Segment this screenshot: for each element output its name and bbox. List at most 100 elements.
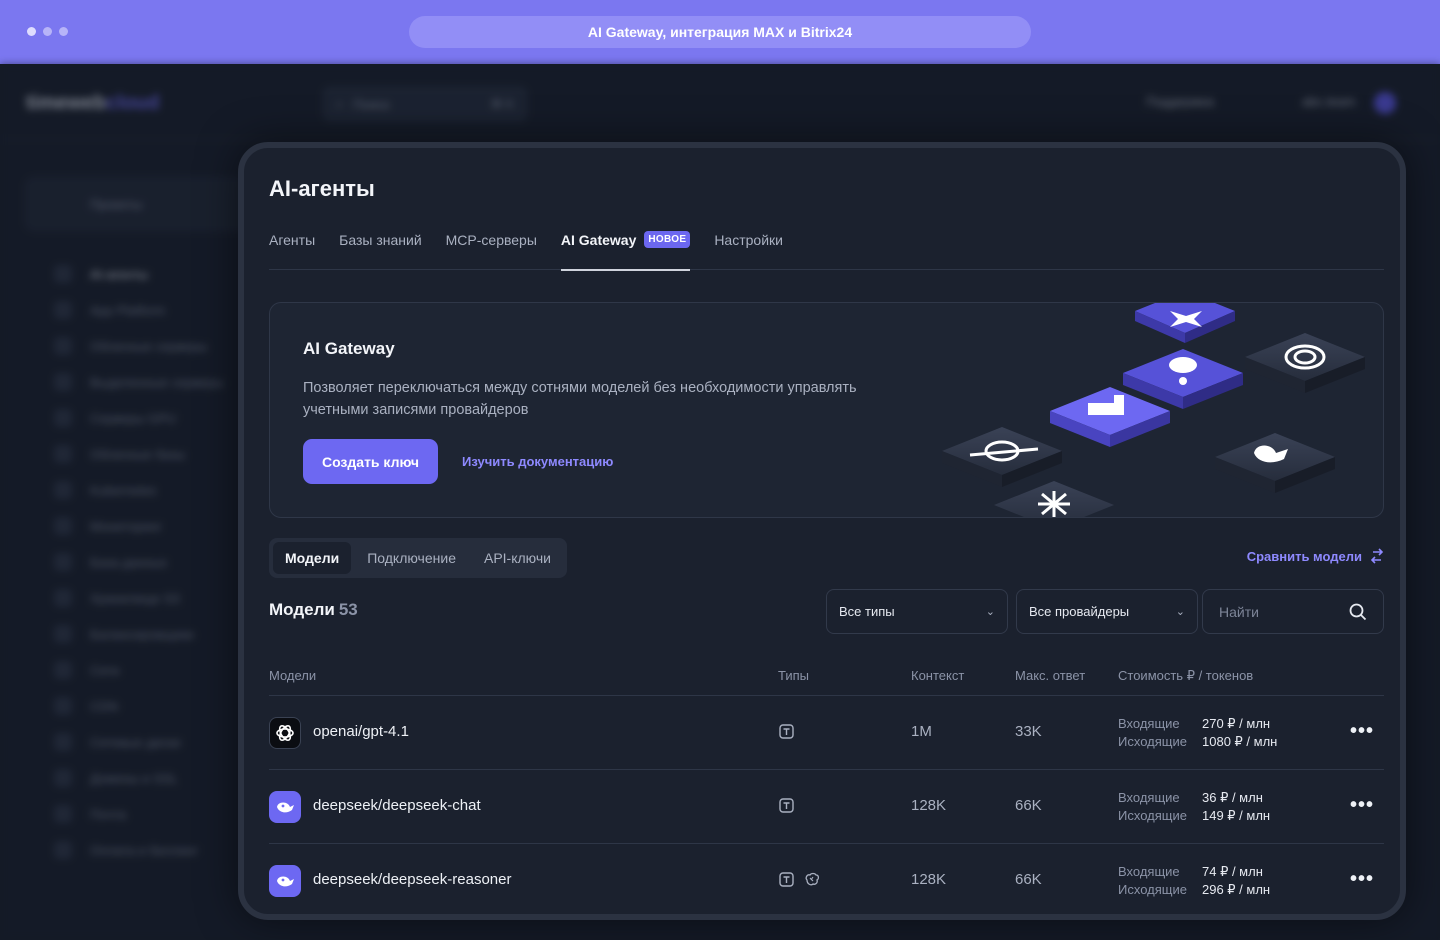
model-cost: Входящие 74 ₽ / млн Исходящие 296 ₽ / млн (1118, 863, 1270, 899)
sparkle-tile-icon (994, 481, 1114, 517)
promo-description: Позволяет переключаться между сотнями мо… (303, 380, 857, 418)
bg-menu-item: CDN (24, 688, 254, 724)
promo-title: AI Gateway (303, 339, 395, 358)
openai-tile-icon (1245, 333, 1365, 393)
orbit-tile-icon (942, 427, 1062, 487)
tab-ai-gateway[interactable]: AI Gateway НОВОЕ (560, 231, 691, 271)
search-icon[interactable] (1349, 603, 1367, 621)
model-name[interactable]: deepseek/deepseek-chat (313, 797, 481, 814)
cost-out-value: 296 ₽ / млн (1202, 882, 1271, 897)
bg-project-selector: Проекты (24, 176, 254, 232)
compare-models-label: Сравнить модели (1246, 548, 1362, 564)
tab-knowledge-bases[interactable]: Базы знаний (339, 232, 422, 270)
url-title-bar[interactable]: AI Gateway, интеграция MAX и Bitrix24 (409, 16, 1031, 48)
bg-header: timewebcloud ⌕ Поиск ⌘ K Поддержка abc.tea… (0, 64, 1440, 140)
subtab-connection[interactable]: Подключение (355, 542, 468, 574)
model-context: 128K (911, 797, 947, 814)
model-max-answer: 66K (1015, 871, 1042, 888)
bg-menu-item: Выделенные серверы (24, 364, 254, 400)
bg-menu-item: Хранилище S3 (24, 580, 254, 616)
col-max-answer: Макс. ответ (1015, 668, 1086, 683)
tab-agents[interactable]: Агенты (269, 232, 315, 270)
bg-support: Поддержка (1146, 94, 1214, 109)
model-name[interactable]: openai/gpt-4.1 (313, 723, 409, 740)
bg-logo: timewebcloud (26, 92, 160, 114)
deepseek-tile-icon (1215, 433, 1335, 493)
types-filter-select[interactable]: Все типы ⌄ (826, 589, 1008, 634)
table-row[interactable]: deepseek/deepseek-chat 128K 66K Входящие 36 … (269, 770, 1384, 844)
cost-in-label: Входящие (1118, 716, 1180, 731)
col-context: Контекст (911, 668, 965, 683)
more-options-icon[interactable]: ••• (1350, 794, 1374, 817)
tab-ai-gateway-label: AI Gateway (560, 232, 637, 248)
bg-menu-item: App Platform (24, 292, 254, 328)
docs-link[interactable]: Изучить документацию (462, 454, 613, 469)
bg-menu-item: База данных (24, 544, 254, 580)
bg-menu-item: Сетевые диски (24, 724, 254, 760)
bg-menu: AI-агенты App Platform Облачные серверы Выд… (24, 256, 254, 868)
text-type-icon (779, 872, 794, 892)
model-max-answer: 33K (1015, 723, 1042, 740)
model-types (779, 872, 820, 892)
models-search-input[interactable] (1219, 603, 1339, 620)
browser-banner: AI Gateway, интеграция MAX и Bitrix24 (0, 0, 1440, 64)
model-types (779, 724, 794, 744)
cost-in-value: 270 ₽ / млн (1202, 716, 1271, 731)
tab-mcp-servers[interactable]: MCP-серверы (446, 232, 537, 270)
avatar (1374, 92, 1396, 114)
chevron-down-icon: ⌄ (1175, 606, 1185, 618)
bg-menu-item: Балансировщики (24, 616, 254, 652)
model-cost: Входящие 36 ₽ / млн Исходящие 149 ₽ / млн (1118, 789, 1270, 825)
bg-menu-item: Облачные базы (24, 436, 254, 472)
model-context: 1M (911, 723, 932, 740)
create-key-button[interactable]: Создать ключ (303, 439, 438, 484)
table-row[interactable]: deepseek/deepseek-reasoner 128K 66K Входящи… (269, 844, 1384, 914)
cost-in-label: Входящие (1118, 790, 1180, 805)
text-type-icon (779, 724, 794, 744)
reasoning-type-icon (804, 872, 820, 892)
table-row[interactable]: openai/gpt-4.1 1M 33K Входящие 270 ₽ / млн Ис… (269, 696, 1384, 770)
providers-filter-select[interactable]: Все провайдеры ⌄ (1016, 589, 1198, 634)
bg-menu-item: Облачные серверы (24, 328, 254, 364)
bg-menu-item: Оплата и биллинг (24, 832, 254, 868)
chevron-down-icon: ⌄ (985, 606, 995, 618)
tab-settings[interactable]: Настройки (714, 232, 783, 270)
provider-tiles-illustration (942, 303, 1365, 517)
model-types (779, 798, 794, 818)
bg-menu-item: Сети (24, 652, 254, 688)
page-title: AI-агенты (269, 176, 375, 201)
more-options-icon[interactable]: ••• (1350, 720, 1374, 743)
ai-agents-panel: AI-агенты Агенты Базы знаний MCP-серверы… (238, 142, 1406, 920)
cost-out-value: 149 ₽ / млн (1202, 808, 1271, 823)
bg-user: abc.team (1302, 94, 1356, 109)
bg-search-input: ⌕ Поиск ⌘ K (322, 86, 528, 122)
subtab-models[interactable]: Модели (273, 542, 352, 574)
model-cost: Входящие 270 ₽ / млн Исходящие 1080 ₽ / млн (1118, 715, 1277, 751)
bg-menu-item: Серверы GPU (24, 400, 254, 436)
cost-out-label: Исходящие (1118, 882, 1187, 897)
models-table-header: Модели Типы Контекст Макс. ответ Стоимос… (269, 660, 1384, 696)
cost-out-label: Исходящие (1118, 808, 1187, 823)
openai-icon (269, 717, 301, 749)
subtab-api-keys[interactable]: API-ключи (472, 542, 563, 574)
new-badge: НОВОЕ (644, 231, 691, 248)
more-options-icon[interactable]: ••• (1350, 868, 1374, 891)
deepseek-icon (269, 865, 301, 897)
models-heading: Модели 53 (269, 600, 358, 619)
cost-out-label: Исходящие (1118, 734, 1187, 749)
models-search (1202, 589, 1384, 634)
text-type-icon (779, 798, 794, 818)
model-context: 128K (911, 871, 947, 888)
compare-models-link[interactable]: Сравнить модели (1247, 547, 1384, 565)
col-types: Типы (778, 668, 810, 683)
models-count: 53 (338, 600, 358, 619)
model-name[interactable]: deepseek/deepseek-reasoner (313, 871, 511, 888)
col-models: Модели (269, 668, 317, 683)
deepseek-icon (269, 791, 301, 823)
bg-menu-item: Почта (24, 796, 254, 832)
star-tile-icon (1135, 303, 1235, 343)
bg-sidebar: Проекты AI-агенты App Platform Облачные се… (24, 176, 254, 936)
bg-menu-item: Домены и SSL (24, 760, 254, 796)
swap-arrows-icon (1370, 548, 1384, 564)
bg-menu-item: Kubernetes (24, 472, 254, 508)
